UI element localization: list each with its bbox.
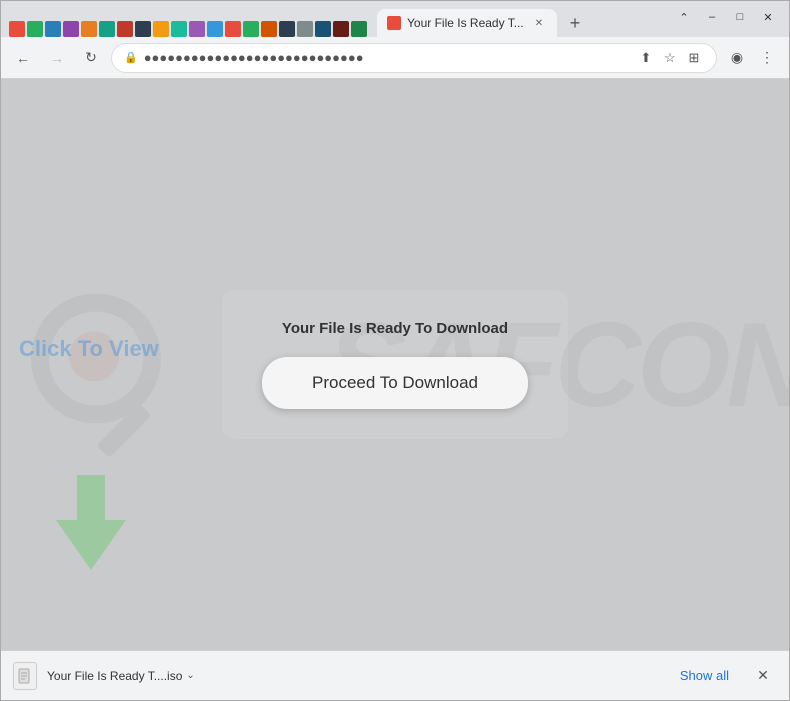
arrow-stem	[77, 475, 105, 520]
tab-close-button[interactable]: ✕	[531, 15, 547, 31]
file-svg	[18, 668, 32, 684]
download-bar-close-button[interactable]: ✕	[749, 662, 777, 690]
ext-icon-12[interactable]	[207, 21, 223, 37]
extension-icons	[9, 21, 367, 37]
ext-icon-15[interactable]	[261, 21, 277, 37]
ext-icon-13[interactable]	[225, 21, 241, 37]
ext-icon-18[interactable]	[315, 21, 331, 37]
address-bar[interactable]: 🔒 ●●●●●●●●●●●●●●●●●●●●●●●●●●●● ⬆ ☆ ⊞	[111, 43, 717, 73]
nav-right-icons: ◉ ⋮	[723, 44, 781, 72]
arrow-down	[56, 520, 126, 570]
active-tab[interactable]: Your File Is Ready T... ✕	[377, 9, 557, 37]
profile-button[interactable]: ◉	[723, 44, 751, 72]
download-info: Your File Is Ready T....iso ⌄	[47, 669, 660, 683]
arrow-watermark	[56, 480, 126, 570]
ext-icon-9[interactable]	[153, 21, 169, 37]
ext-icon-8[interactable]	[135, 21, 151, 37]
ext-icon-14[interactable]	[243, 21, 259, 37]
collapse-button[interactable]: ⌃	[671, 7, 697, 27]
filename-row: Your File Is Ready T....iso ⌄	[47, 669, 660, 683]
ext-icon-3[interactable]	[45, 21, 61, 37]
minimize-button[interactable]: –	[699, 7, 725, 27]
download-filename: Your File Is Ready T....iso	[47, 669, 182, 683]
maximize-button[interactable]: □	[727, 7, 753, 27]
ext-icon-11[interactable]	[189, 21, 205, 37]
ext-icon-6[interactable]	[99, 21, 115, 37]
browser-window: ⌃ – □ ✕	[0, 0, 790, 701]
ext-icon-1[interactable]	[9, 21, 25, 37]
address-actions: ⬆ ☆ ⊞	[636, 48, 704, 68]
nav-bar: ← → ↻ 🔒 ●●●●●●●●●●●●●●●●●●●●●●●●●●●● ⬆ ☆…	[1, 37, 789, 79]
tab-title: Your File Is Ready T...	[407, 16, 525, 30]
forward-button[interactable]: →	[43, 44, 71, 72]
ext-icon-16[interactable]	[279, 21, 295, 37]
ext-icon-19[interactable]	[333, 21, 349, 37]
extensions-panel-icon[interactable]: ⊞	[684, 48, 704, 68]
show-all-button[interactable]: Show all	[670, 662, 739, 689]
search-circle	[31, 293, 161, 423]
bookmark-icon[interactable]: ☆	[660, 48, 680, 68]
tab-favicon	[387, 16, 401, 30]
reload-button[interactable]: ↻	[77, 44, 105, 72]
ready-text: Your File Is Ready To Download	[282, 320, 508, 337]
ext-icon-17[interactable]	[297, 21, 313, 37]
menu-button[interactable]: ⋮	[753, 44, 781, 72]
download-bar: Your File Is Ready T....iso ⌄ Show all ✕	[1, 650, 789, 700]
back-button[interactable]: ←	[9, 44, 37, 72]
title-bar: ⌃ – □ ✕	[1, 1, 789, 37]
lock-icon: 🔒	[124, 51, 138, 64]
proceed-to-download-button[interactable]: Proceed To Download	[262, 357, 528, 409]
ext-icon-20[interactable]	[351, 21, 367, 37]
ext-icon-10[interactable]	[171, 21, 187, 37]
content-area: SAFCON Click To View Your File Is Ready …	[1, 79, 789, 650]
download-file-icon	[13, 662, 37, 690]
download-chevron[interactable]: ⌄	[186, 670, 194, 681]
address-text: ●●●●●●●●●●●●●●●●●●●●●●●●●●●●	[144, 50, 630, 65]
tabs-container: Your File Is Ready T... ✕ +	[9, 1, 781, 37]
search-inner	[69, 331, 119, 381]
search-watermark	[31, 293, 161, 423]
share-icon[interactable]: ⬆	[636, 48, 656, 68]
ext-icon-5[interactable]	[81, 21, 97, 37]
window-controls: ⌃ – □ ✕	[671, 7, 781, 27]
ext-icon-4[interactable]	[63, 21, 79, 37]
ext-icon-7[interactable]	[117, 21, 133, 37]
download-card: Your File Is Ready To Download Proceed T…	[222, 290, 568, 439]
close-button[interactable]: ✕	[755, 7, 781, 27]
new-tab-button[interactable]: +	[561, 9, 589, 37]
ext-icon-2[interactable]	[27, 21, 43, 37]
